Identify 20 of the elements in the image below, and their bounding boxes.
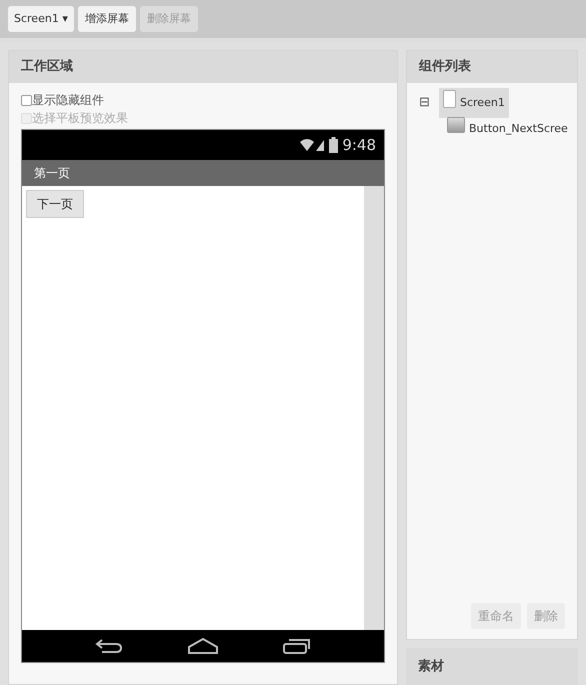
- screen-icon: [443, 90, 456, 108]
- toolbar-button[interactable]: 增添屏幕: [78, 6, 136, 32]
- next-page-button[interactable]: 下一页: [26, 190, 84, 218]
- clock: 9:48: [342, 134, 376, 156]
- panel-header: 组件列表: [407, 51, 577, 83]
- recent-apps-icon[interactable]: [282, 637, 312, 655]
- screen-dropdown[interactable]: Screen1 ▾: [8, 6, 74, 32]
- collapse-toggle[interactable]: ⊟: [419, 93, 431, 113]
- checkbox-label: 显示隐藏组件: [32, 92, 104, 109]
- panel-header: 工作区域: [9, 51, 397, 83]
- panel-header: 素材: [406, 648, 578, 685]
- tree-item[interactable]: Screen1: [439, 88, 509, 118]
- wifi-signal-icon: [299, 137, 326, 153]
- battery-icon: [329, 137, 338, 153]
- home-icon[interactable]: [186, 637, 219, 655]
- button-component-icon: [447, 117, 465, 133]
- checkbox-label: 选择平板预览效果: [32, 110, 128, 127]
- app-title-bar: 第一页: [22, 160, 384, 186]
- back-icon[interactable]: [94, 638, 124, 654]
- checkbox[interactable]: [21, 94, 32, 106]
